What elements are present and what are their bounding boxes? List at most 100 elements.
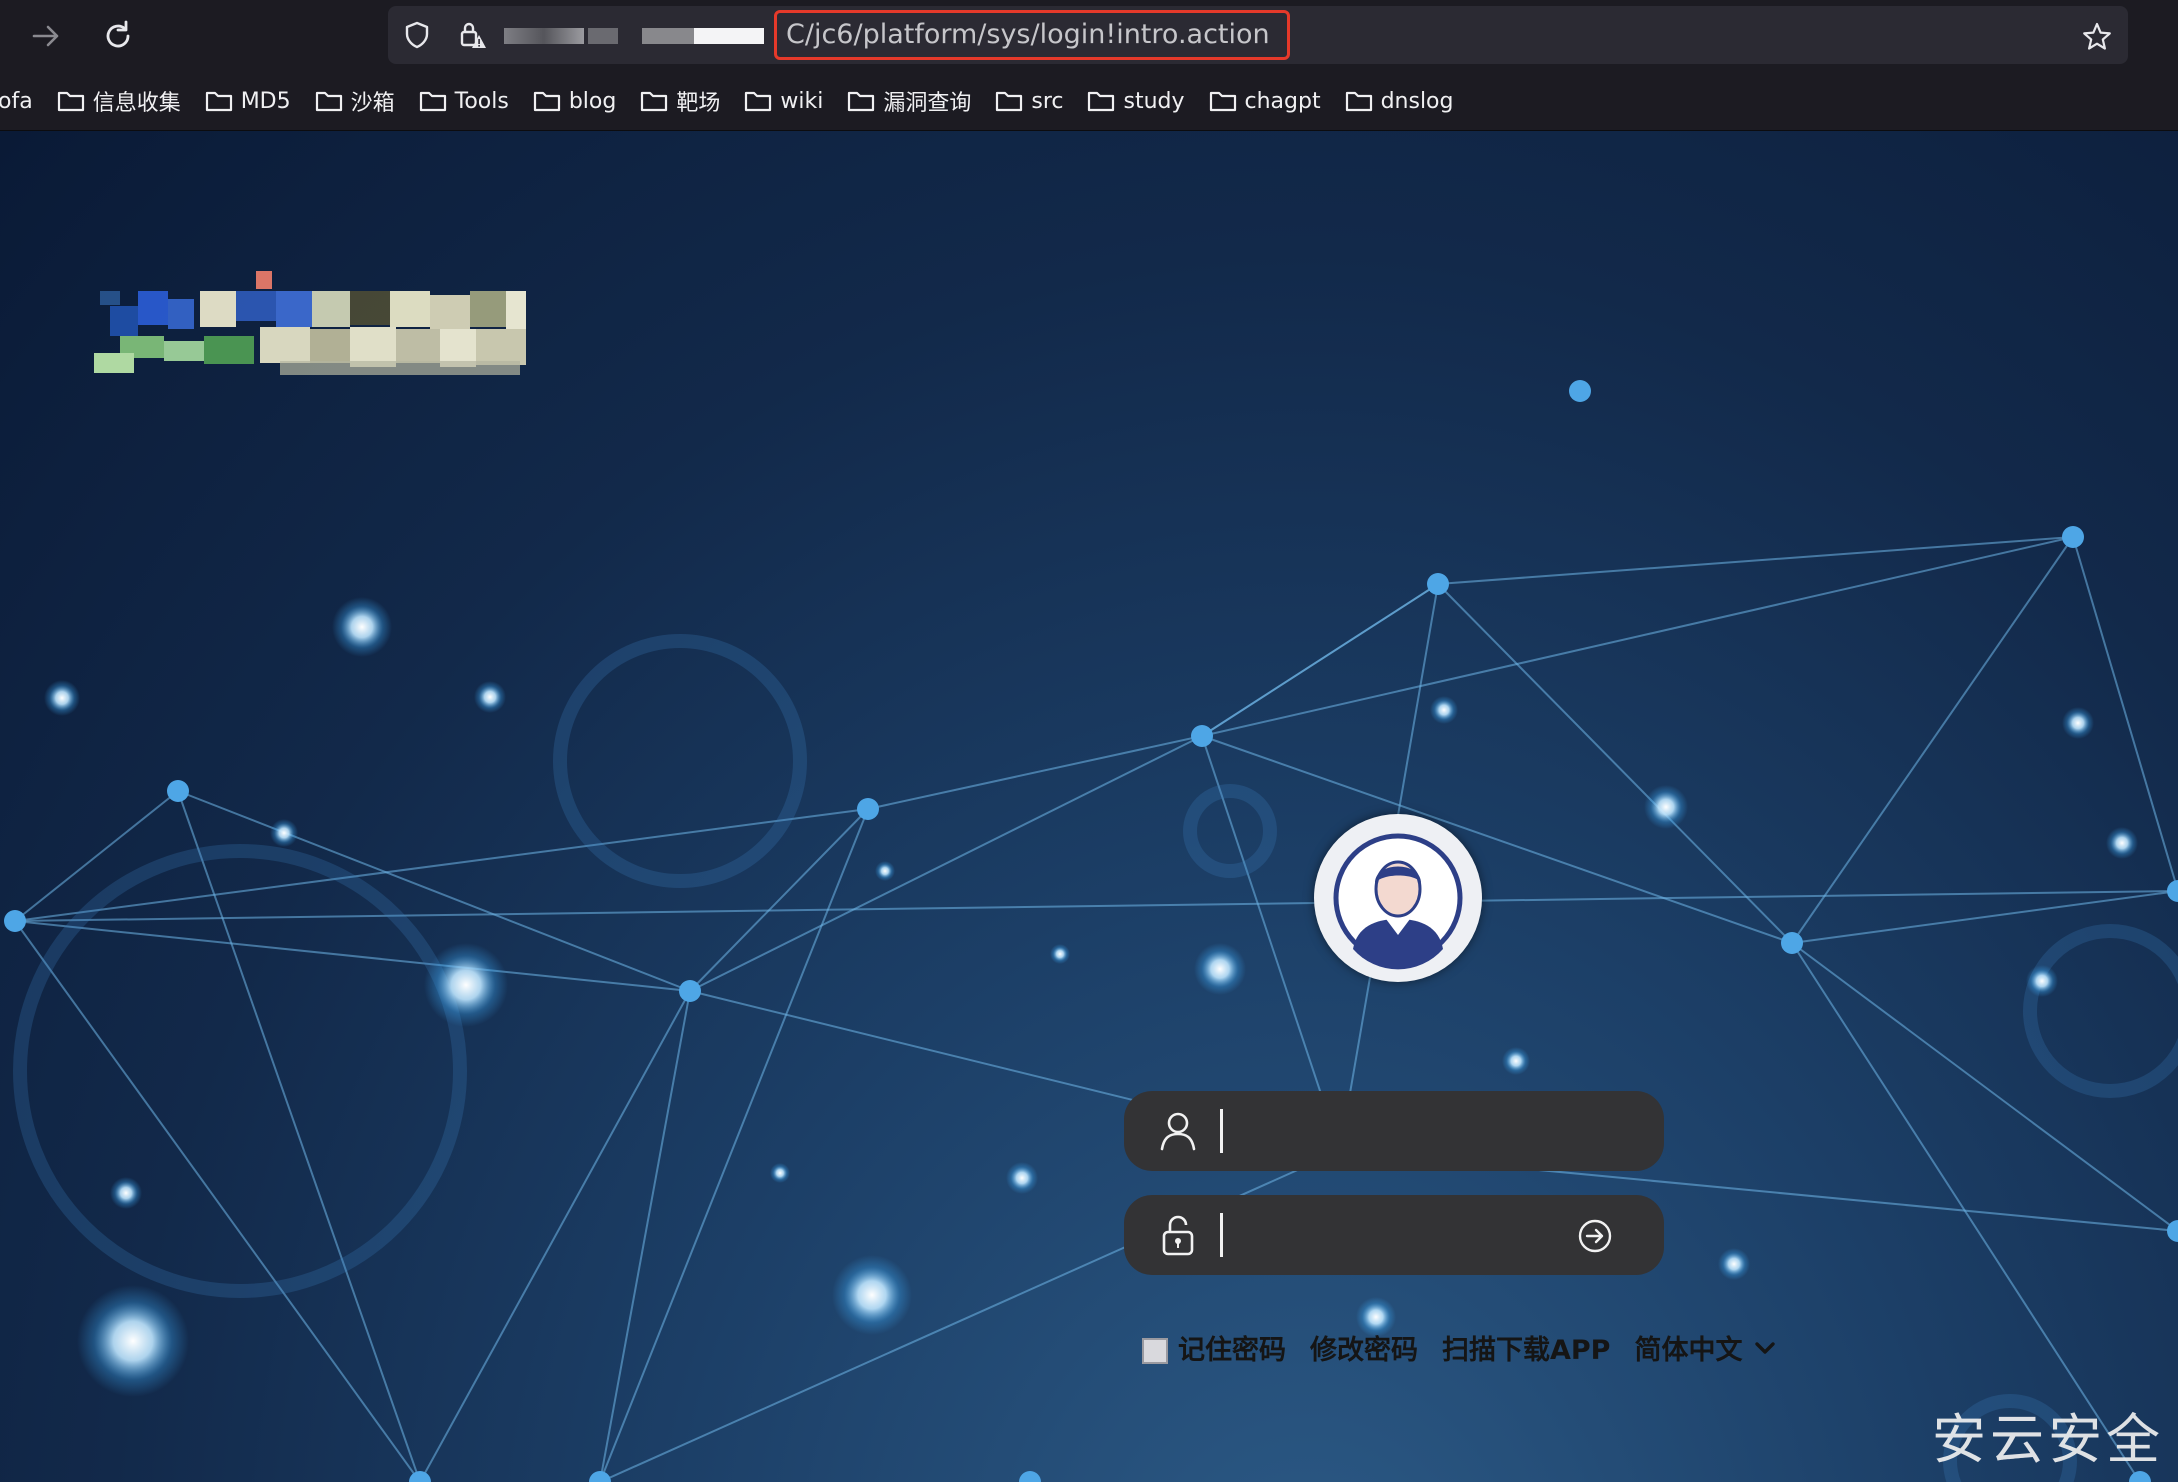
glow-dot bbox=[77, 1285, 189, 1397]
network-line bbox=[1437, 583, 1793, 944]
login-submit-icon[interactable] bbox=[1576, 1217, 1614, 1255]
reload-icon bbox=[106, 20, 130, 48]
folder-icon bbox=[205, 91, 232, 112]
watermark: 安云安全 bbox=[1932, 1408, 2164, 1471]
password-input[interactable] bbox=[1228, 1205, 1592, 1267]
bookmark-item[interactable]: 漏洞查询 bbox=[847, 85, 971, 117]
glow-dot bbox=[1502, 1047, 1530, 1075]
folder-icon bbox=[745, 91, 772, 112]
bookmark-item[interactable]: ofa bbox=[0, 89, 33, 114]
bookmark-item[interactable]: 信息收集 bbox=[57, 85, 181, 117]
user-avatar bbox=[1314, 814, 1482, 982]
glow-dot bbox=[474, 681, 506, 713]
bookmark-label: 沙箱 bbox=[350, 91, 395, 116]
bookmark-item[interactable]: 靶场 bbox=[640, 85, 720, 117]
bookmark-item[interactable]: chagpt bbox=[1209, 89, 1321, 114]
glow-dot bbox=[770, 1163, 790, 1183]
username-field[interactable] bbox=[1124, 1091, 1664, 1171]
bookmark-item[interactable]: study bbox=[1087, 89, 1185, 114]
password-field[interactable] bbox=[1124, 1195, 1664, 1275]
redacted-host bbox=[504, 28, 584, 44]
bookmark-label: chagpt bbox=[1244, 88, 1321, 114]
glow-dot bbox=[2106, 827, 2138, 859]
bookmark-label: src bbox=[1031, 88, 1064, 114]
bookmark-item[interactable]: blog bbox=[533, 89, 616, 114]
network-line bbox=[1201, 735, 1793, 944]
unlock-icon bbox=[1162, 1215, 1194, 1256]
bookmark-label: 漏洞查询 bbox=[883, 91, 972, 116]
browser-toolbar: C/jc6/platform/sys/login!intro.action bbox=[0, 0, 2178, 72]
login-page: 记住密码 修改密码 扫描下载APP 简体中文 安云安全 bbox=[0, 131, 2178, 1482]
network-node bbox=[1427, 573, 1449, 595]
redacted-host bbox=[588, 28, 618, 44]
shield-icon[interactable] bbox=[402, 20, 432, 50]
bookmark-item[interactable]: MD5 bbox=[205, 89, 291, 114]
network-node bbox=[2062, 526, 2084, 548]
glow-dot bbox=[270, 819, 298, 847]
arrow-right-icon bbox=[32, 25, 59, 47]
folder-icon bbox=[57, 91, 84, 112]
network-line bbox=[1201, 583, 1439, 737]
language-select[interactable]: 简体中文 bbox=[1634, 1328, 1742, 1367]
folder-icon bbox=[641, 91, 668, 112]
bookmarks-bar: ofa 信息收集 MD5 沙箱 Tools blog 靶场 wiki 漏洞查询 src study c… bbox=[0, 72, 2178, 131]
bookmark-item[interactable]: wiki bbox=[744, 89, 823, 114]
glow-dot bbox=[110, 1177, 142, 1209]
bookmark-label: dnslog bbox=[1380, 88, 1454, 114]
network-line bbox=[689, 735, 1203, 992]
network-node bbox=[167, 780, 189, 802]
network-node bbox=[1569, 380, 1591, 402]
folder-icon bbox=[419, 91, 446, 112]
network-line bbox=[177, 790, 421, 1482]
bookmark-label: MD5 bbox=[240, 88, 291, 114]
network-line bbox=[14, 920, 421, 1482]
folder-icon bbox=[996, 91, 1023, 112]
login-options: 记住密码 修改密码 扫描下载APP 简体中文 bbox=[1142, 1328, 1778, 1367]
glow-dot bbox=[1050, 944, 1070, 964]
bookmark-item[interactable]: dnslog bbox=[1345, 89, 1454, 114]
folder-icon bbox=[533, 91, 560, 112]
remember-password-label[interactable]: 记住密码 bbox=[1178, 1328, 1286, 1367]
glow-dot bbox=[832, 1255, 912, 1335]
lock-warning-icon[interactable] bbox=[458, 20, 488, 50]
network-line bbox=[1791, 536, 2074, 944]
folder-icon bbox=[1088, 91, 1115, 112]
bookmark-item[interactable]: Tools bbox=[419, 89, 509, 114]
network-line bbox=[14, 890, 2178, 922]
change-password-link[interactable]: 修改密码 bbox=[1310, 1328, 1418, 1367]
text-caret bbox=[1220, 1213, 1223, 1257]
network-line bbox=[1201, 536, 2074, 737]
redacted-logo bbox=[94, 271, 526, 375]
glow-dot bbox=[332, 597, 392, 657]
user-icon bbox=[1160, 1112, 1196, 1151]
username-input[interactable] bbox=[1228, 1101, 1592, 1163]
address-bar[interactable]: C/jc6/platform/sys/login!intro.action bbox=[388, 6, 2128, 64]
network-line bbox=[1437, 536, 2074, 585]
glow-dot bbox=[1718, 1248, 1750, 1280]
network-line bbox=[14, 920, 691, 992]
text-caret bbox=[1220, 1109, 1223, 1153]
glow-dot bbox=[1430, 696, 1458, 724]
chevron-down-icon[interactable] bbox=[1752, 1335, 1778, 1361]
bookmark-item[interactable]: 沙箱 bbox=[315, 85, 395, 117]
reload-button[interactable] bbox=[96, 14, 140, 58]
glow-dot bbox=[2062, 707, 2094, 739]
network-node bbox=[1781, 932, 1803, 954]
network-node bbox=[1019, 1471, 1041, 1482]
glow-dot bbox=[2026, 965, 2058, 997]
folder-icon bbox=[315, 91, 342, 112]
forward-button[interactable] bbox=[24, 14, 68, 58]
network-node bbox=[679, 980, 701, 1002]
user-avatar-icon bbox=[1333, 833, 1463, 970]
folder-icon bbox=[1209, 91, 1236, 112]
bookmark-item[interactable]: src bbox=[995, 89, 1063, 114]
download-app-link[interactable]: 扫描下载APP bbox=[1442, 1328, 1610, 1367]
redacted-host bbox=[694, 28, 764, 44]
glow-dot bbox=[1644, 785, 1688, 829]
url-text[interactable]: C/jc6/platform/sys/login!intro.action bbox=[786, 19, 1270, 50]
remember-password-checkbox[interactable] bbox=[1142, 1337, 1168, 1364]
bookmark-label: 信息收集 bbox=[92, 91, 181, 116]
star-icon[interactable] bbox=[2080, 20, 2114, 54]
bookmark-label: ofa bbox=[0, 88, 33, 114]
redacted-host bbox=[642, 28, 694, 44]
